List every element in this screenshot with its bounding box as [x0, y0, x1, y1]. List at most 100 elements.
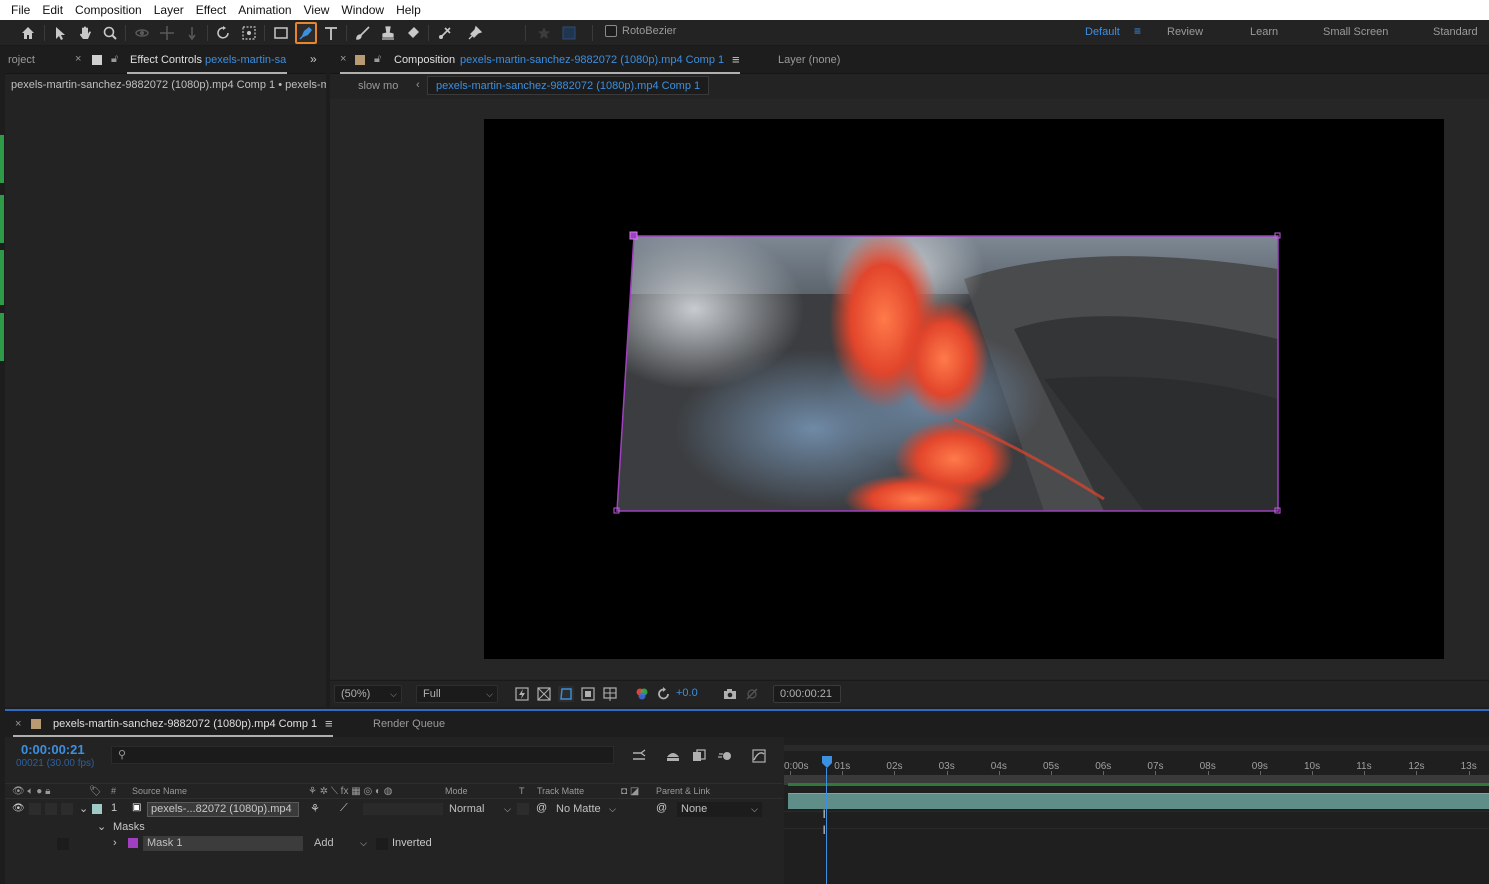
solo-toggle[interactable]	[45, 803, 57, 815]
show-snapshot-icon[interactable]	[744, 686, 760, 702]
chevron-left-icon[interactable]: ‹	[416, 79, 420, 91]
workspace-default[interactable]: Default	[1085, 26, 1120, 38]
search-input[interactable]: ⚲	[111, 746, 614, 764]
tab-composition[interactable]: Composition	[394, 54, 455, 66]
expand-chevron-icon[interactable]: ⌄	[97, 820, 106, 833]
menu-file[interactable]: File	[5, 0, 36, 20]
lock-toggle[interactable]	[61, 803, 73, 815]
parent-dropdown[interactable]: None ⌵	[677, 802, 762, 817]
effect-controls-target[interactable]: pexels-martin-sa	[205, 54, 287, 66]
breadcrumb-current[interactable]: pexels-martin-sanchez-9882072 (1080p).mp…	[427, 76, 710, 95]
pan-camera-icon[interactable]	[156, 22, 178, 44]
switch-boxes[interactable]	[363, 803, 443, 815]
resolution-dropdown[interactable]: Full ⌵	[416, 685, 498, 703]
more-panels-icon[interactable]: »	[310, 52, 317, 66]
parent-pick-whip-icon[interactable]: @	[656, 802, 667, 814]
snapshot-camera-icon[interactable]	[722, 686, 738, 702]
close-icon[interactable]: ×	[15, 718, 21, 730]
rectangle-tool-icon[interactable]	[270, 22, 292, 44]
menu-help[interactable]: Help	[390, 0, 427, 20]
exposure-value[interactable]: +0.0	[676, 687, 698, 699]
clone-stamp-tool-icon[interactable]	[377, 22, 399, 44]
motion-blur-icon[interactable]	[717, 748, 733, 764]
composition-name[interactable]: pexels-martin-sanchez-9882072 (1080p).mp…	[460, 54, 724, 66]
playhead-handle-icon[interactable]	[821, 755, 833, 769]
snapping-icon[interactable]	[558, 22, 580, 44]
blend-mode-dropdown[interactable]: Normal ⌵	[449, 802, 513, 817]
eraser-tool-icon[interactable]	[402, 22, 424, 44]
hand-tool-icon[interactable]	[74, 22, 96, 44]
fast-previews-icon[interactable]	[514, 686, 530, 702]
eye-icon[interactable]: 👁︎	[12, 803, 25, 814]
mask-path-visibility-icon[interactable]	[558, 686, 574, 702]
workspace-small-screen[interactable]: Small Screen	[1323, 26, 1388, 38]
brush-tool-icon[interactable]	[352, 22, 374, 44]
lock-icon[interactable]: 🔓︎	[374, 53, 381, 66]
anchor-point-tool-icon[interactable]	[238, 22, 260, 44]
orbit-camera-icon[interactable]	[131, 22, 153, 44]
rotation-tool-icon[interactable]	[213, 22, 235, 44]
shy-switch-icon[interactable]: ⚘	[310, 802, 320, 815]
current-time-field[interactable]: 0:00:00:21	[773, 685, 841, 703]
breadcrumb-prev[interactable]: slow mo	[358, 80, 398, 92]
video-frame[interactable]	[484, 119, 1444, 659]
expand-chevron-right-icon[interactable]: ›	[113, 837, 117, 849]
guides-grid-icon[interactable]	[602, 686, 618, 702]
preserve-transparency-toggle[interactable]	[517, 803, 529, 815]
workspace-standard[interactable]: Standard	[1433, 26, 1478, 38]
tab-timeline-comp[interactable]: pexels-martin-sanchez-9882072 (1080p).mp…	[53, 718, 317, 730]
composition-mini-flowchart-icon[interactable]	[631, 748, 647, 764]
star-icon[interactable]	[533, 22, 555, 44]
timeline-graph-area[interactable]: 0:00s 01s 02s 03s 04s 05s 06s 07s 08s 09s 10s 11s 12…	[784, 737, 1489, 884]
reset-exposure-icon[interactable]	[656, 686, 672, 702]
menu-effect[interactable]: Effect	[190, 0, 232, 20]
track-matte-dropdown[interactable]: No Matte ⌵	[556, 802, 618, 817]
selection-tool-icon[interactable]	[49, 22, 71, 44]
pen-tool-icon[interactable]	[295, 22, 317, 44]
composition-canvas[interactable]	[484, 119, 1444, 659]
mask-name[interactable]: Mask 1	[143, 836, 303, 851]
playhead[interactable]: I I	[821, 755, 833, 884]
tab-effect-controls[interactable]: Effect Controls	[130, 54, 202, 66]
region-of-interest-icon[interactable]	[580, 686, 596, 702]
menu-layer[interactable]: Layer	[148, 0, 190, 20]
expand-chevron-icon[interactable]: ⌄	[79, 802, 88, 815]
masks-group-row[interactable]: ⌄ Masks	[5, 819, 783, 836]
menu-window[interactable]: Window	[335, 0, 390, 20]
layer-name[interactable]: pexels-...82072 (1080p).mp4	[147, 802, 299, 817]
menu-view[interactable]: View	[298, 0, 336, 20]
lock-icon[interactable]: 🔓︎	[111, 53, 118, 66]
mask-color-swatch[interactable]	[128, 838, 138, 848]
mask-inverted-checkbox[interactable]	[376, 838, 388, 850]
tab-render-queue[interactable]: Render Queue	[373, 718, 445, 730]
layer-row[interactable]: 👁︎ ⌄ 1 ▣ pexels-...82072 (1080p).mp4 ⚘ ⟋…	[5, 801, 783, 818]
layer-duration-bar[interactable]	[788, 793, 1489, 809]
panel-menu-icon[interactable]: ≡	[325, 716, 333, 731]
workspace-review[interactable]: Review	[1167, 26, 1203, 38]
shy-layers-icon[interactable]	[665, 748, 681, 764]
frame-blending-icon[interactable]	[691, 748, 707, 764]
work-area-bar[interactable]	[784, 745, 1489, 751]
checkbox-icon[interactable]	[605, 25, 617, 37]
panel-menu-icon[interactable]: ≡	[732, 52, 740, 67]
workspace-learn[interactable]: Learn	[1250, 26, 1278, 38]
quality-switch-icon[interactable]: ⟋	[340, 802, 348, 815]
tab-project[interactable]: roject	[8, 54, 35, 66]
composition-viewer[interactable]	[330, 99, 1489, 679]
dolly-camera-icon[interactable]	[181, 22, 203, 44]
menu-animation[interactable]: Animation	[232, 0, 297, 20]
zoom-tool-icon[interactable]	[99, 22, 121, 44]
rotobezier-checkbox[interactable]: RotoBezier	[605, 25, 676, 37]
audio-toggle[interactable]	[29, 803, 41, 815]
home-icon[interactable]	[17, 22, 39, 44]
mask-lock-toggle[interactable]	[57, 838, 69, 850]
channels-icon[interactable]	[634, 686, 650, 702]
tab-layer[interactable]: Layer (none)	[778, 54, 840, 66]
layer-label-color[interactable]	[92, 804, 102, 814]
transparency-grid-icon[interactable]	[536, 686, 552, 702]
zoom-dropdown[interactable]: (50%) ⌵	[334, 685, 402, 703]
mask-row[interactable]: › Mask 1 Add ⌵ Inverted	[5, 836, 783, 853]
type-tool-icon[interactable]	[320, 22, 342, 44]
mask-mode-dropdown[interactable]: Add ⌵	[314, 836, 369, 851]
close-icon[interactable]: ×	[75, 53, 81, 65]
